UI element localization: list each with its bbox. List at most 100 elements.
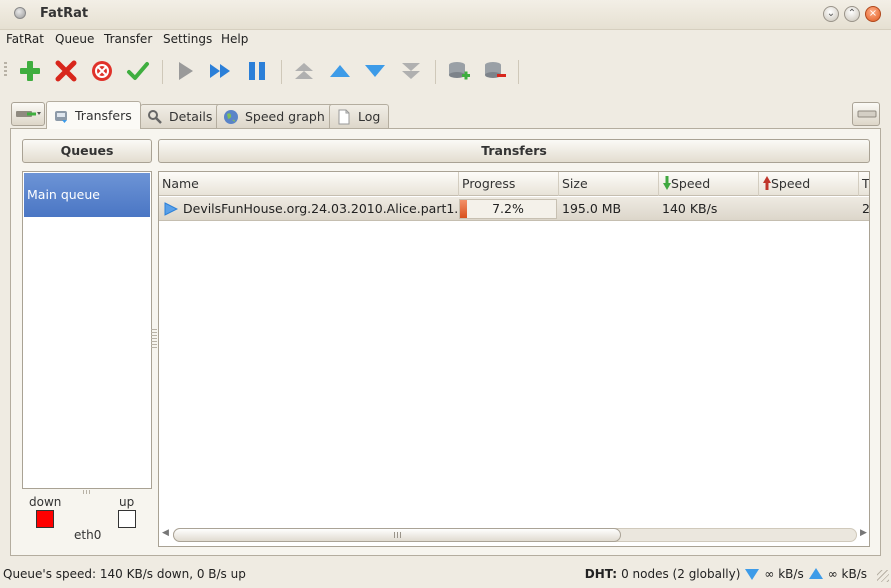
down-limit-icon[interactable] [744, 567, 760, 581]
app-icon [14, 7, 26, 19]
tab-transfers[interactable]: Transfers [46, 101, 141, 129]
tab-log[interactable]: Log [329, 104, 390, 128]
toolbar-separator [518, 60, 519, 84]
scrollbar-thumb[interactable] [173, 528, 621, 542]
dht-status: DHT: 0 nodes (2 globally) ∞ kB/s ∞ kB/s [585, 567, 867, 581]
resume-all-icon [127, 62, 149, 80]
column-up-speed-label: Speed [771, 176, 811, 191]
menu-settings[interactable]: Settings [163, 32, 212, 46]
pause-button[interactable] [244, 58, 270, 84]
force-start-icon [210, 64, 230, 78]
details-tab-icon [148, 109, 162, 124]
toolbar-grip[interactable] [4, 62, 7, 78]
add-queue-button[interactable] [446, 58, 472, 84]
tab-details[interactable]: Details [140, 104, 222, 128]
menu-help[interactable]: Help [221, 32, 248, 46]
add-transfer-button[interactable] [17, 58, 43, 84]
queue-list[interactable]: Main queue [22, 171, 152, 489]
close-tab-icon [857, 110, 877, 118]
move-bottom-button[interactable] [398, 58, 424, 84]
toolbar-separator [162, 60, 163, 84]
menu-queue[interactable]: Queue [55, 32, 94, 46]
resize-grip[interactable] [877, 570, 889, 582]
column-progress[interactable]: Progress [459, 172, 559, 196]
move-top-button[interactable] [291, 58, 317, 84]
up-speed-indicator [118, 510, 136, 528]
add-queue-icon [449, 62, 470, 80]
move-up-button[interactable] [327, 58, 353, 84]
column-down-speed[interactable]: Speed [659, 172, 759, 196]
menu-fatrat[interactable]: FatRat [6, 32, 44, 46]
minimize-button[interactable]: ⌄ [823, 6, 839, 22]
new-tab-menu-button[interactable] [11, 102, 45, 126]
queue-speed-status: Queue's speed: 140 KB/s down, 0 B/s up [3, 567, 246, 581]
tab-log-label: Log [358, 109, 381, 124]
pause-icon [249, 62, 265, 80]
force-start-button[interactable] [207, 58, 233, 84]
table-header: Name Progress Size Speed Speed T [159, 172, 869, 196]
downloading-icon [164, 202, 178, 216]
dht-label: DHT: [584, 567, 618, 581]
transfers-tab-icon [55, 110, 67, 123]
up-limit-value[interactable]: ∞ kB/s [828, 567, 867, 581]
document-icon [338, 109, 350, 124]
transfer-progress-text: 7.2% [492, 201, 524, 216]
delete-with-data-icon [92, 61, 112, 81]
down-arrow-icon [663, 176, 671, 190]
down-limit-value[interactable]: ∞ kB/s [764, 567, 803, 581]
horizontal-scrollbar[interactable]: ◀ ▶ [159, 524, 869, 546]
transfer-progress-bar: 7.2% [459, 199, 557, 219]
column-time[interactable]: T [859, 172, 869, 196]
toolbar-separator [435, 60, 436, 84]
queues-header[interactable]: Queues [22, 139, 152, 163]
delete-transfer-button[interactable] [53, 58, 79, 84]
column-up-speed[interactable]: Speed [759, 172, 859, 196]
graph-splitter[interactable] [83, 490, 91, 494]
remove-queue-icon [485, 62, 506, 78]
scroll-left-icon[interactable]: ◀ [162, 528, 169, 538]
menu-bar: FatRat Queue Transfer Settings Help [0, 30, 891, 50]
close-button[interactable]: × [865, 6, 881, 22]
toolbar-separator [281, 60, 282, 84]
column-size[interactable]: Size [559, 172, 659, 196]
up-arrow-icon [763, 176, 771, 190]
transfers-table[interactable]: Name Progress Size Speed Speed T DevilsF… [158, 171, 870, 547]
table-row[interactable]: DevilsFunHouse.org.24.03.2010.Alice.part… [159, 197, 870, 221]
new-tab-icon [16, 111, 41, 117]
maximize-button[interactable]: ⌃ [844, 6, 860, 22]
up-limit-icon[interactable] [808, 567, 824, 581]
delete-icon [55, 60, 77, 82]
transfers-header[interactable]: Transfers [158, 139, 870, 163]
window-title: FatRat [40, 6, 89, 21]
toolbar [0, 52, 891, 90]
tab-speed-graph[interactable]: Speed graph [216, 104, 334, 128]
panel-splitter[interactable] [151, 329, 157, 349]
resume-all-button[interactable] [125, 58, 151, 84]
queue-item-main[interactable]: Main queue [24, 173, 150, 217]
start-button[interactable] [172, 58, 198, 84]
remove-queue-button[interactable] [482, 58, 508, 84]
delete-with-data-button[interactable] [89, 58, 115, 84]
transfer-down-speed: 140 KB/s [662, 201, 718, 216]
down-speed-indicator [36, 510, 54, 528]
tab-bar: Transfers Details Speed graph Log [0, 100, 891, 129]
scroll-right-icon[interactable]: ▶ [860, 528, 867, 538]
transfer-time: 2: [862, 201, 870, 216]
transfers-panel: Queues Transfers Main queue down up eth0… [10, 128, 881, 556]
play-icon [179, 62, 193, 80]
transfer-size: 195.0 MB [562, 201, 622, 216]
transfer-up-speed [759, 197, 859, 221]
dht-value: 0 nodes (2 globally) [621, 567, 741, 581]
up-label: up [119, 495, 135, 509]
move-down-button[interactable] [362, 58, 388, 84]
tab-transfers-label: Transfers [75, 108, 132, 123]
column-name[interactable]: Name [159, 172, 459, 196]
transfer-name: DevilsFunHouse.org.24.03.2010.Alice.part… [183, 201, 458, 216]
move-bottom-icon [402, 63, 420, 79]
close-tab-button[interactable] [852, 102, 880, 126]
move-top-icon [295, 63, 313, 79]
scrollbar-grip [394, 532, 402, 538]
move-up-icon [330, 65, 350, 77]
menu-transfer[interactable]: Transfer [104, 32, 152, 46]
down-label: down [29, 495, 62, 509]
